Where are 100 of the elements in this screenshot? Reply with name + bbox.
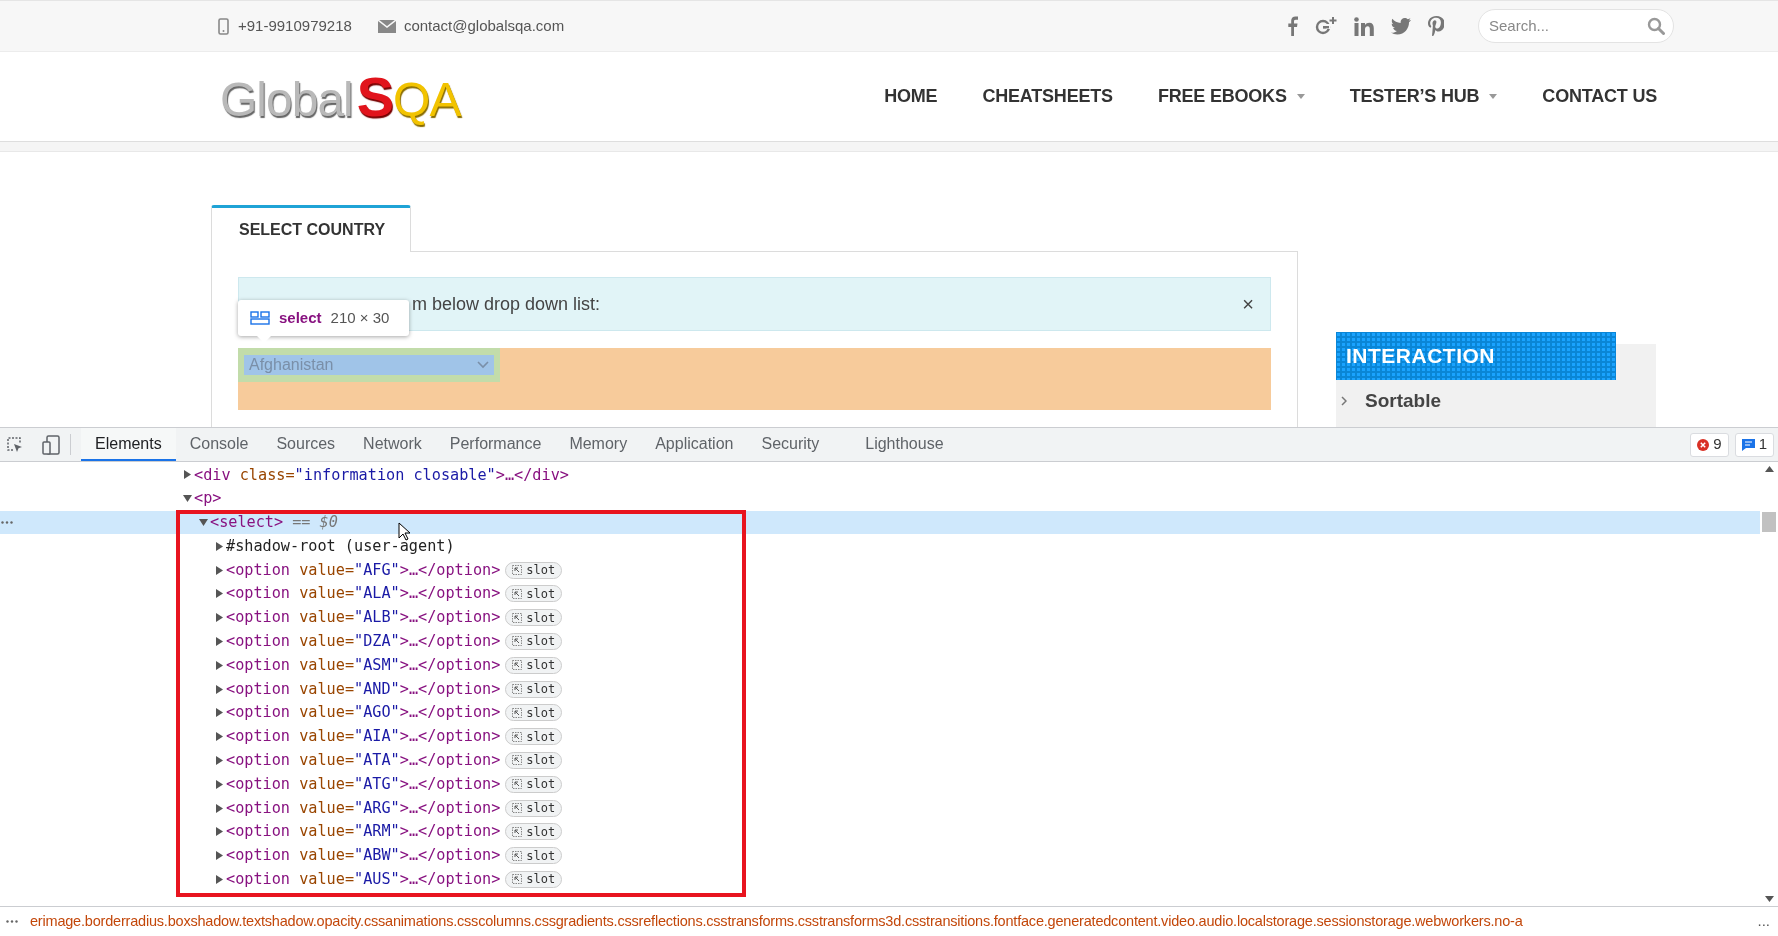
devtools-tab[interactable]: Console (175, 428, 263, 461)
expand-toggle-icon[interactable] (215, 874, 226, 884)
code-line: <option value="ARG">…</option> (226, 797, 501, 819)
reveal-icon (512, 565, 523, 576)
devtools-tab[interactable]: Memory (555, 428, 642, 461)
expand-toggle-icon[interactable] (215, 613, 226, 623)
code-line: <div class="information closable">…</div> (194, 464, 569, 486)
slot-badge[interactable]: slot (505, 775, 563, 793)
content-tab[interactable]: SELECT COUNTRY (211, 205, 411, 252)
error-icon (1697, 438, 1710, 451)
expand-toggle-icon[interactable] (215, 827, 226, 837)
devtools-tab[interactable]: Network (349, 428, 436, 461)
message-count-badge[interactable]: 1 (1734, 432, 1774, 457)
reveal-icon (512, 731, 523, 742)
google-plus-icon[interactable] (1315, 16, 1337, 36)
slot-badge[interactable]: slot (505, 847, 563, 865)
code-line: <option value="AFG">…</option> (226, 559, 501, 581)
reveal-icon (512, 826, 523, 837)
reveal-icon (512, 707, 523, 718)
phone-icon (218, 17, 229, 35)
slot-badge[interactable]: slot (505, 704, 563, 722)
expand-toggle-icon[interactable] (215, 708, 226, 718)
shadow-root-line: #shadow-root (user-agent) (226, 535, 455, 557)
nav-link[interactable]: CONTACT US (1542, 83, 1657, 110)
expand-toggle-icon[interactable] (215, 660, 226, 670)
device-toolbar-icon[interactable] (42, 434, 60, 455)
scrollbar-thumb[interactable] (1762, 512, 1776, 532)
nav-link[interactable]: HOME (884, 83, 938, 110)
expand-toggle-icon[interactable] (199, 518, 210, 527)
code-line: <option value="ATG">…</option> (226, 773, 501, 795)
site-logo[interactable]: GlobalSQA (220, 68, 461, 125)
breadcrumb-text: erimage.borderradius.boxshadow.textshadow.opacity.cssanimations.csscolumns.cssgradients.cssreflections.csstransforms.csstransforms3d.csstransitions.fontface.generatedcontent.video.audio.localstorage.sessionstorage.webworkers.no-a (30, 911, 1523, 931)
expand-toggle-icon[interactable] (215, 589, 226, 599)
slot-badge[interactable]: slot (505, 823, 563, 841)
error-count-badge[interactable]: 9 (1690, 432, 1729, 457)
reveal-icon (512, 660, 523, 671)
slot-badge[interactable]: slot (505, 751, 563, 769)
devtools-tab[interactable]: Sources (262, 428, 350, 461)
code-line: <option value="AIA">…</option> (226, 726, 501, 748)
slot-badge[interactable]: slot (505, 799, 563, 817)
code-line: <option value="DZA">…</option> (226, 631, 501, 653)
pinterest-icon[interactable] (1428, 16, 1444, 36)
slot-badge[interactable]: slot (505, 680, 563, 698)
message-icon (1741, 438, 1755, 451)
devtools-tab[interactable]: Lighthouse (851, 428, 958, 461)
slot-badge[interactable]: slot (505, 561, 563, 579)
scroll-down-icon[interactable] (1764, 896, 1774, 902)
reveal-icon (512, 755, 523, 766)
search-icon[interactable] (1647, 17, 1665, 35)
expand-toggle-icon[interactable] (183, 494, 194, 504)
inspect-icon[interactable] (6, 435, 24, 454)
nav-link[interactable]: CHEATSHEETS (982, 83, 1113, 110)
devtools-tab[interactable]: Elements (81, 428, 176, 461)
reveal-icon (512, 588, 523, 599)
caret-icon (1296, 94, 1305, 99)
slot-badge[interactable]: slot (505, 585, 563, 603)
expand-toggle-icon[interactable] (215, 636, 226, 646)
expand-toggle-icon[interactable] (215, 851, 226, 861)
expand-toggle-icon[interactable] (215, 803, 226, 813)
reveal-icon (512, 779, 523, 790)
code-line: <option value="ALB">…</option> (226, 607, 501, 629)
nav-link[interactable]: TESTER’S HUB (1349, 83, 1498, 110)
slot-badge[interactable]: slot (505, 656, 563, 674)
more-icon[interactable] (1, 520, 13, 524)
sidebar-link[interactable]: Sortable (1365, 386, 1442, 416)
twitter-icon[interactable] (1391, 17, 1411, 35)
overflow-dots[interactable]: ... (1757, 910, 1770, 933)
reveal-icon (512, 803, 523, 814)
code-line: <option value="AUS">…</option> (226, 869, 501, 891)
console-reference: == $0 (292, 512, 338, 534)
close-button[interactable]: × (1242, 294, 1254, 314)
facebook-icon[interactable] (1287, 16, 1298, 36)
expand-toggle-icon[interactable] (215, 565, 226, 575)
slot-badge[interactable]: slot (505, 609, 563, 627)
nav-link[interactable]: FREE EBOOKS (1157, 83, 1305, 110)
expand-toggle-icon[interactable] (215, 732, 226, 742)
slot-badge[interactable]: slot (505, 870, 563, 888)
code-line: <option value="ABW">…</option> (226, 845, 501, 867)
slot-badge[interactable]: slot (505, 632, 563, 650)
code-line: <option value="ASM">…</option> (226, 654, 501, 676)
search-field[interactable]: Search... (1489, 14, 1647, 38)
expand-toggle-icon[interactable] (215, 684, 226, 694)
search-bar[interactable]: Search... (1478, 9, 1674, 43)
devtools-tab[interactable]: Security (747, 428, 834, 461)
code-line: <option value="ARM">…</option> (226, 821, 501, 843)
scroll-up-icon[interactable] (1764, 466, 1774, 472)
expand-toggle-icon[interactable] (215, 755, 226, 765)
reveal-icon (512, 636, 523, 647)
linkedin-icon[interactable] (1354, 16, 1374, 36)
expand-toggle-icon[interactable] (183, 470, 194, 480)
devtools-tab[interactable]: Performance (435, 428, 556, 461)
expand-toggle-icon[interactable] (215, 541, 226, 551)
email-address: contact@globalsqa.com (403, 15, 565, 36)
tooltip-tag: select (279, 306, 322, 330)
devtools-tab[interactable]: Application (641, 428, 748, 461)
slot-badge[interactable]: slot (505, 728, 563, 746)
reveal-icon (512, 612, 523, 623)
more-icon[interactable] (6, 920, 18, 923)
expand-toggle-icon[interactable] (215, 779, 226, 789)
mail-icon (377, 19, 396, 33)
